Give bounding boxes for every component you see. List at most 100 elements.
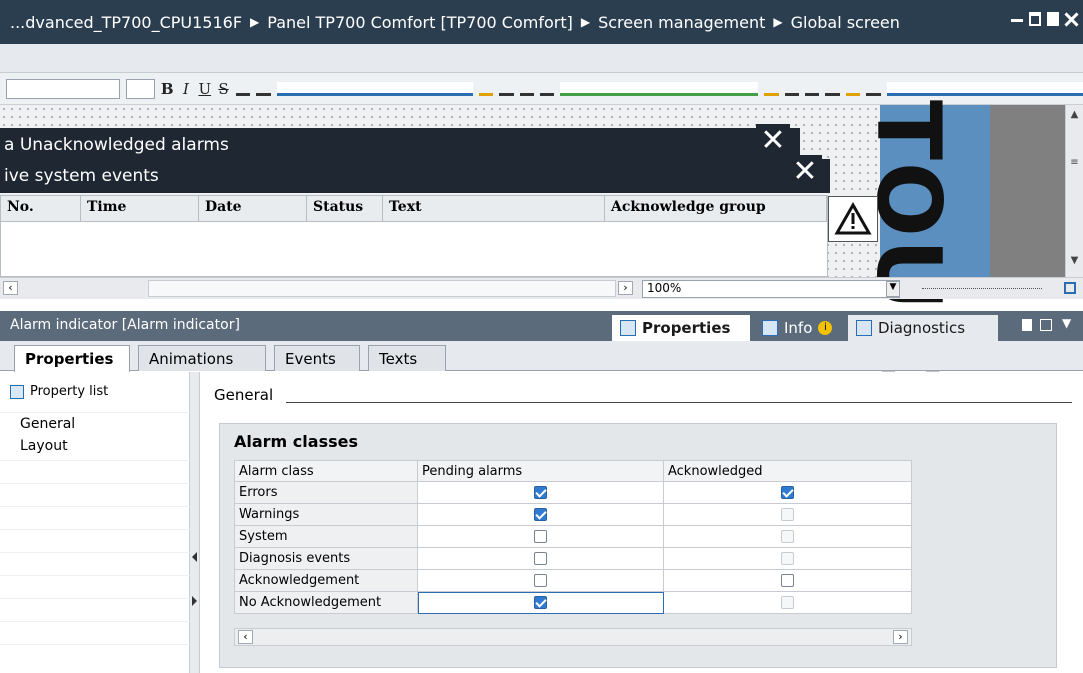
- header-acknowledged[interactable]: Acknowledged: [664, 460, 912, 482]
- header-pending[interactable]: Pending alarms: [418, 460, 664, 482]
- layer-icon[interactable]: [825, 82, 840, 96]
- panel-layout-icon[interactable]: [1040, 319, 1052, 331]
- col-date[interactable]: Date: [199, 196, 307, 221]
- scroll-left-icon[interactable]: ‹: [3, 281, 18, 295]
- acknowledged-checkbox[interactable]: [781, 486, 794, 499]
- panel-restore-icon[interactable]: [1022, 319, 1032, 331]
- nav-splitter[interactable]: [190, 372, 200, 673]
- italic-button[interactable]: I: [180, 80, 193, 98]
- align-objects-icon[interactable]: [560, 81, 759, 96]
- bold-button[interactable]: B: [161, 80, 174, 98]
- collapse-left-icon[interactable]: [192, 552, 197, 562]
- table-scroll-right-icon[interactable]: ›: [893, 630, 908, 644]
- zoom-select-icon[interactable]: [886, 81, 1083, 96]
- zoom-dropdown-icon[interactable]: ▼: [886, 281, 900, 297]
- scroll-right-icon[interactable]: ›: [618, 281, 633, 295]
- col-status[interactable]: Status: [307, 196, 383, 221]
- tab-diagnostics[interactable]: Diagnostics: [848, 315, 998, 341]
- tab-properties[interactable]: Properties: [612, 315, 750, 341]
- editor-vertical-scrollbar[interactable]: ▲ ≡ ▼: [1065, 105, 1083, 277]
- breadcrumb-device[interactable]: Panel TP700 Comfort [TP700 Comfort]: [267, 13, 573, 32]
- expand-right-icon[interactable]: [192, 596, 197, 606]
- pending-checkbox[interactable]: [534, 596, 547, 609]
- col-time[interactable]: Time: [81, 196, 199, 221]
- pending-checkbox[interactable]: [534, 552, 547, 565]
- pending-cell: [418, 526, 664, 548]
- pending-checkbox[interactable]: [534, 508, 547, 521]
- overview-icon[interactable]: [1064, 282, 1076, 294]
- breadcrumb-project[interactable]: ...dvanced_TP700_CPU1516F: [10, 13, 242, 32]
- subtab-animations[interactable]: Animations: [138, 345, 266, 371]
- subtab-events[interactable]: Events: [274, 345, 360, 371]
- font-combo[interactable]: [6, 78, 120, 99]
- rotate-icon[interactable]: [764, 82, 779, 96]
- subtab-properties[interactable]: Properties: [14, 345, 130, 372]
- align-icon[interactable]: [256, 82, 271, 96]
- info-badge-icon: i: [818, 321, 833, 335]
- table-header-row: Alarm class Pending alarms Acknowledged: [234, 460, 912, 482]
- scroll-grip-icon[interactable]: ≡: [1069, 157, 1080, 171]
- table-horizontal-scrollbar[interactable]: ‹ ›: [234, 628, 912, 646]
- pending-checkbox[interactable]: [534, 574, 547, 587]
- alarm-view-header: No. Time Date Status Text Acknowledge gr…: [1, 196, 827, 222]
- format-painter-icon[interactable]: [845, 82, 861, 96]
- alarm-class-name: System: [234, 526, 418, 548]
- empty-band: [0, 44, 1083, 73]
- size-align-icon[interactable]: [805, 82, 820, 96]
- panel-collapse-icon[interactable]: ▼: [1062, 316, 1071, 330]
- line-style-icon[interactable]: [519, 82, 535, 96]
- strike-button[interactable]: S: [217, 80, 230, 98]
- col-text[interactable]: Text: [383, 196, 605, 221]
- minimize-icon[interactable]: [1011, 12, 1023, 22]
- scroll-thumb[interactable]: [148, 280, 616, 297]
- scroll-down-icon[interactable]: ▼: [1069, 255, 1080, 269]
- zoom-slider[interactable]: [922, 288, 1042, 289]
- tab-info[interactable]: Info i: [754, 315, 840, 341]
- close-alarm-window-icon[interactable]: ✕: [756, 124, 790, 158]
- property-list-icon: [10, 384, 24, 399]
- acknowledged-checkbox: [781, 596, 794, 609]
- alarm-view[interactable]: No. Time Date Status Text Acknowledge gr…: [0, 195, 828, 277]
- pending-checkbox[interactable]: [534, 530, 547, 543]
- font-color-icon[interactable]: [276, 81, 473, 96]
- alarm-class-name: Errors: [234, 482, 418, 504]
- device-frame: [990, 105, 1065, 277]
- close-icon[interactable]: [1065, 12, 1077, 26]
- section-divider: [286, 402, 1072, 403]
- scroll-up-icon[interactable]: ▲: [1069, 109, 1080, 123]
- breadcrumb-global-screen[interactable]: Global screen: [791, 13, 900, 32]
- maximize-icon[interactable]: [1047, 12, 1059, 26]
- acknowledged-cell: [664, 548, 912, 570]
- line-color-icon[interactable]: [499, 82, 514, 96]
- alarm-class-name: Diagnosis events: [234, 548, 418, 570]
- underline-button[interactable]: U: [198, 80, 211, 98]
- editor-horizontal-scrollbar[interactable]: ‹ ›: [0, 278, 636, 300]
- alarm-bar-system-events[interactable]: ive system events: [0, 159, 830, 193]
- breadcrumb-arrow-icon: ▶: [773, 15, 783, 29]
- inspector-subtabs: Properties Animations Events Texts: [0, 341, 1083, 372]
- alarm-indicator-warning-icon[interactable]: [828, 196, 878, 242]
- col-no[interactable]: No.: [1, 196, 81, 221]
- nav-general[interactable]: General: [20, 416, 75, 432]
- alarm-bar-unacknowledged[interactable]: a Unacknowledged alarms: [0, 128, 800, 162]
- header-alarm-class[interactable]: Alarm class: [234, 460, 418, 482]
- table-scroll-left-icon[interactable]: ‹: [238, 630, 253, 644]
- property-list-link[interactable]: Property list: [10, 384, 108, 399]
- restore-icon[interactable]: [1029, 12, 1041, 26]
- nav-layout[interactable]: Layout: [20, 438, 68, 454]
- subtab-texts[interactable]: Texts: [368, 345, 446, 371]
- col-ack-group[interactable]: Acknowledge group: [605, 196, 827, 221]
- pending-checkbox[interactable]: [534, 486, 547, 499]
- acknowledged-checkbox[interactable]: [781, 574, 794, 587]
- font-size-icon[interactable]: [235, 82, 251, 96]
- close-system-window-icon[interactable]: ✕: [788, 155, 822, 189]
- order-icon[interactable]: [866, 82, 881, 96]
- zoom-select[interactable]: 100%: [642, 280, 900, 298]
- table-row: System: [234, 526, 912, 548]
- line-width-icon[interactable]: [540, 82, 555, 96]
- alarm-class-name: No Acknowledgement: [234, 592, 418, 614]
- breadcrumb-screen-management[interactable]: Screen management: [598, 13, 765, 32]
- fill-color-icon[interactable]: [479, 82, 494, 96]
- distribute-icon[interactable]: [784, 82, 800, 96]
- size-combo[interactable]: [125, 78, 155, 99]
